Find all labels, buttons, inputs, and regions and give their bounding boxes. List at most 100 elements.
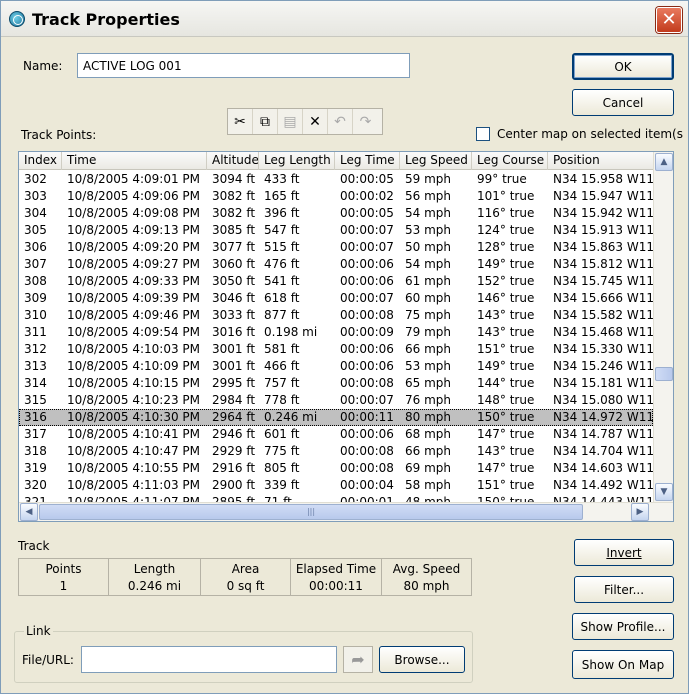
track-points-grid[interactable]: Index Time Altitude Leg Length Leg Time … [18, 151, 674, 522]
horizontal-scroll-thumb[interactable]: ||| [39, 504, 583, 520]
table-row[interactable]: 313 10/8/2005 4:10:09 PM 3001 ft 466 ft 00:0… [19, 358, 653, 375]
table-cell: 2946 ft [212, 427, 256, 441]
redo-icon[interactable]: ↷ [353, 109, 378, 134]
ok-button[interactable]: OK [572, 53, 674, 80]
table-row[interactable]: 319 10/8/2005 4:10:55 PM 2916 ft 805 ft 00:0… [19, 460, 653, 477]
vertical-scrollbar[interactable]: ▲ ▼ [653, 152, 673, 502]
table-cell: 3082 ft [212, 206, 256, 220]
table-row[interactable]: 303 10/8/2005 4:09:06 PM 3082 ft 165 ft 00:0… [19, 188, 653, 205]
table-row[interactable]: 321 10/8/2005 4:11:07 PM 2895 ft 71 ft 00:00… [19, 494, 653, 502]
table-cell: 2964 ft [212, 410, 256, 424]
table-row[interactable]: 310 10/8/2005 4:09:46 PM 3033 ft 877 ft 00:0… [19, 307, 653, 324]
center-map-checkbox[interactable] [476, 127, 490, 141]
column-header[interactable]: Altitude [207, 152, 259, 170]
table-cell: 0.198 mi [264, 325, 318, 339]
vertical-scroll-thumb[interactable] [655, 367, 673, 381]
table-cell: N34 14.787 W11 [553, 427, 653, 441]
table-row[interactable]: 309 10/8/2005 4:09:39 PM 3046 ft 618 ft 00:0… [19, 290, 653, 307]
table-cell: 318 [24, 444, 47, 458]
table-cell: 00:00:06 [340, 342, 394, 356]
invert-button[interactable]: Invert [574, 539, 674, 566]
table-cell: 00:00:07 [340, 223, 394, 237]
table-cell: 124° true [477, 223, 535, 237]
column-header[interactable]: Leg Time [335, 152, 400, 170]
table-cell: 65 mph [405, 376, 451, 390]
table-row[interactable]: 320 10/8/2005 4:11:03 PM 2900 ft 339 ft 00:0… [19, 477, 653, 494]
copy-icon[interactable]: ⧉ [253, 109, 278, 134]
stat-area: Area 0 sq ft [201, 559, 291, 595]
show-profile-button[interactable]: Show Profile... [572, 613, 674, 640]
table-cell: 310 [24, 308, 47, 322]
table-cell: 101° true [477, 189, 535, 203]
table-cell: 10/8/2005 4:09:46 PM [67, 308, 201, 322]
table-cell: 302 [24, 172, 47, 186]
table-cell: 547 ft [264, 223, 300, 237]
table-cell: 10/8/2005 4:10:03 PM [67, 342, 201, 356]
table-cell: N34 15.582 W11 [553, 308, 653, 322]
scroll-up-icon[interactable]: ▲ [655, 153, 673, 171]
scroll-left-icon[interactable]: ◀ [20, 503, 38, 521]
table-cell: 3001 ft [212, 342, 256, 356]
table-row[interactable]: 314 10/8/2005 4:10:15 PM 2995 ft 757 ft 00:0… [19, 375, 653, 392]
table-row[interactable]: 311 10/8/2005 4:09:54 PM 3016 ft 0.198 mi 00… [19, 324, 653, 341]
table-cell: 143° true [477, 444, 535, 458]
column-header[interactable]: Index [19, 152, 62, 170]
stat-label: Points [45, 562, 82, 576]
close-button[interactable]: ✕ [656, 7, 682, 33]
column-header[interactable]: Position [548, 152, 653, 170]
table-cell: 144° true [477, 376, 535, 390]
name-input[interactable] [77, 53, 410, 78]
column-header[interactable]: Leg Course [472, 152, 548, 170]
horizontal-scrollbar[interactable]: ◀ ||| ▶ [19, 502, 673, 521]
follow-link-icon[interactable]: ➦ [343, 646, 373, 673]
scroll-down-icon[interactable]: ▼ [655, 483, 673, 501]
file-url-input[interactable] [81, 646, 337, 673]
filter-button[interactable]: Filter... [574, 576, 674, 603]
browse-button[interactable]: Browse... [379, 646, 465, 673]
table-cell: 00:00:06 [340, 257, 394, 271]
table-cell: 581 ft [264, 342, 300, 356]
table-cell: 00:00:05 [340, 206, 394, 220]
stat-points: Points 1 [19, 559, 109, 595]
column-header[interactable]: Leg Speed [400, 152, 472, 170]
table-cell: 314 [24, 376, 47, 390]
undo-icon[interactable]: ↶ [328, 109, 353, 134]
table-row[interactable]: 302 10/8/2005 4:09:01 PM 3094 ft 433 ft 00:0… [19, 171, 653, 188]
show-on-map-button[interactable]: Show On Map [572, 650, 674, 679]
table-cell: N34 15.080 W11 [553, 393, 653, 407]
table-cell: N34 14.704 W11 [553, 444, 653, 458]
stat-elapsed-time: Elapsed Time 00:00:11 [291, 559, 382, 595]
table-row[interactable]: 318 10/8/2005 4:10:47 PM 2929 ft 775 ft 00:0… [19, 443, 653, 460]
table-cell: 00:00:06 [340, 274, 394, 288]
table-cell: 10/8/2005 4:10:23 PM [67, 393, 201, 407]
column-header[interactable]: Leg Length [259, 152, 335, 170]
table-cell: 00:00:02 [340, 189, 394, 203]
table-cell: 10/8/2005 4:09:06 PM [67, 189, 201, 203]
paste-icon[interactable]: ▤ [278, 109, 303, 134]
table-cell: 00:00:04 [340, 478, 394, 492]
table-cell: 3085 ft [212, 223, 256, 237]
table-row[interactable]: 312 10/8/2005 4:10:03 PM 3001 ft 581 ft 00:0… [19, 341, 653, 358]
table-cell: 00:00:08 [340, 308, 394, 322]
table-cell: 99° true [477, 172, 527, 186]
table-row[interactable]: 316 10/8/2005 4:10:30 PM 2964 ft 0.246 mi 00… [19, 409, 653, 426]
column-header[interactable]: Time [62, 152, 207, 170]
table-row[interactable]: 305 10/8/2005 4:09:13 PM 3085 ft 547 ft 00:0… [19, 222, 653, 239]
stat-label: Length [133, 562, 176, 576]
table-row[interactable]: 306 10/8/2005 4:09:20 PM 3077 ft 515 ft 00:0… [19, 239, 653, 256]
scissors-icon[interactable]: ✂ [228, 109, 253, 134]
cancel-button[interactable]: Cancel [572, 89, 674, 116]
table-row[interactable]: 308 10/8/2005 4:09:33 PM 3050 ft 541 ft 00:0… [19, 273, 653, 290]
table-row[interactable]: 304 10/8/2005 4:09:08 PM 3082 ft 396 ft 00:0… [19, 205, 653, 222]
table-row[interactable]: 315 10/8/2005 4:10:23 PM 2984 ft 778 ft 00:0… [19, 392, 653, 409]
table-row[interactable]: 317 10/8/2005 4:10:41 PM 2946 ft 601 ft 00:0… [19, 426, 653, 443]
table-cell: 10/8/2005 4:09:08 PM [67, 206, 201, 220]
stat-label: Area [231, 562, 260, 576]
delete-icon[interactable]: ✕ [303, 109, 328, 134]
table-cell: 165 ft [264, 189, 300, 203]
stat-avg-speed: Avg. Speed 80 mph [382, 559, 471, 595]
table-cell: 3094 ft [212, 172, 256, 186]
table-row[interactable]: 307 10/8/2005 4:09:27 PM 3060 ft 476 ft 00:0… [19, 256, 653, 273]
table-cell: N34 15.812 W11 [553, 257, 653, 271]
scroll-right-icon[interactable]: ▶ [631, 503, 649, 521]
